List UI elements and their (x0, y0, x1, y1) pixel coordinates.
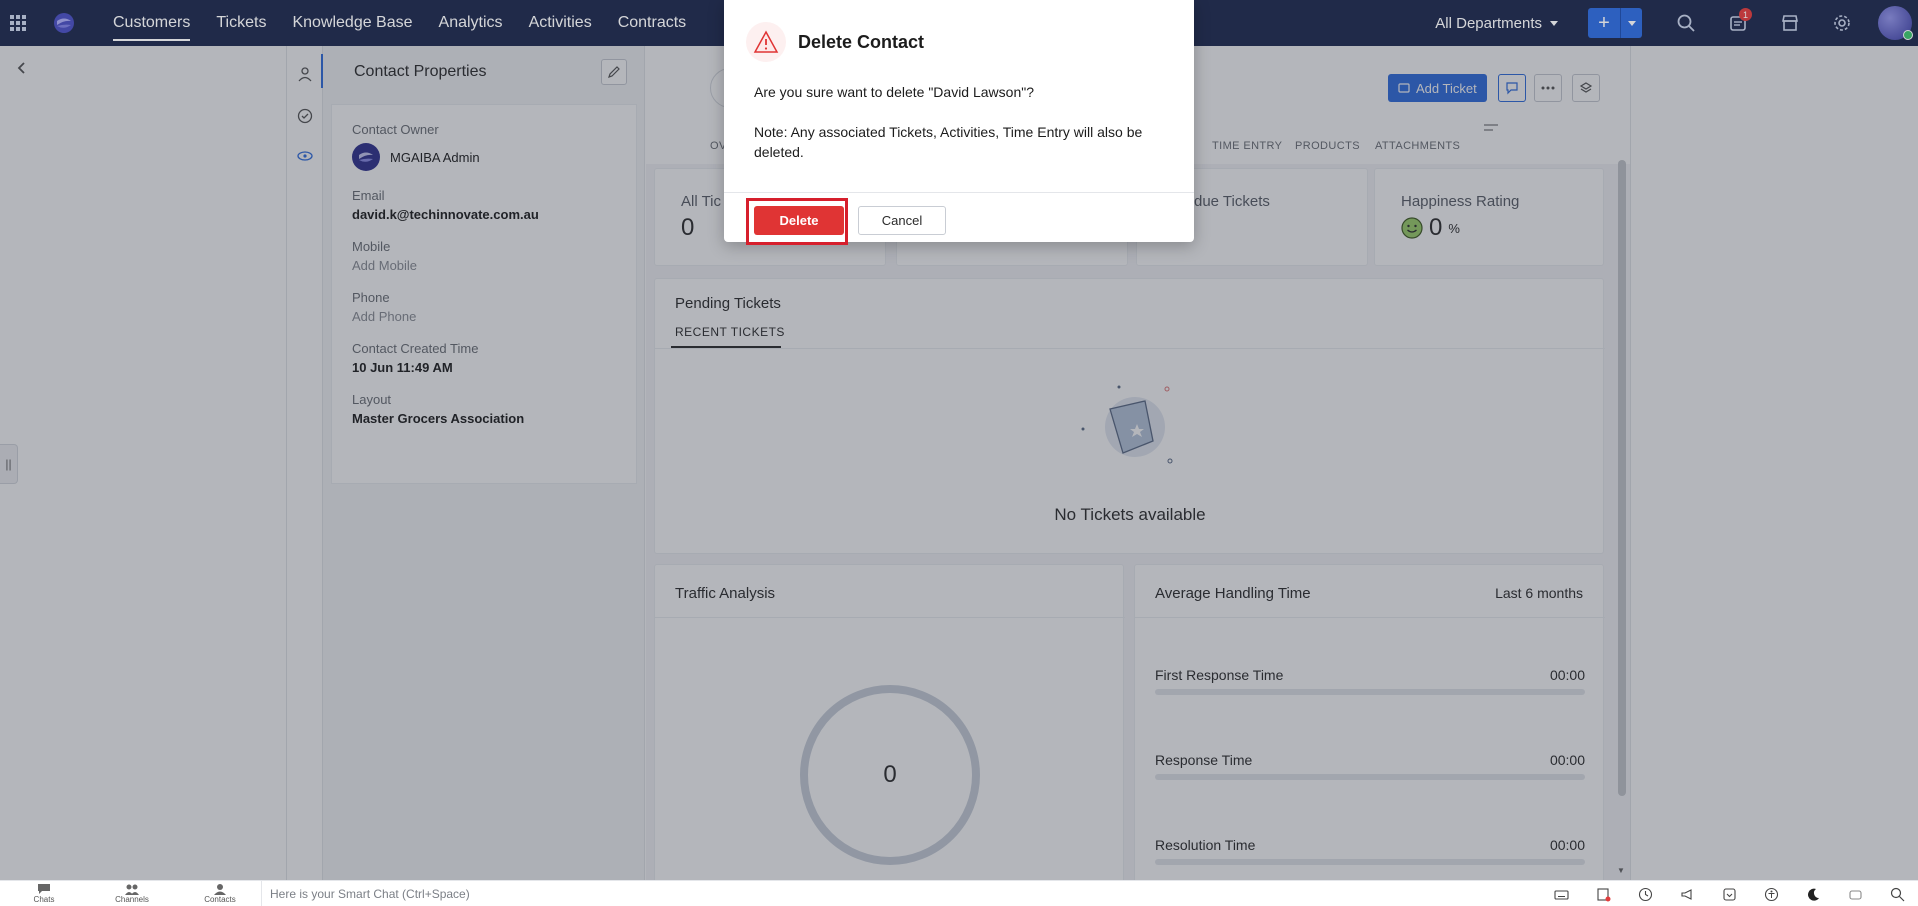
bot-icon[interactable] (1834, 881, 1876, 906)
people-icon (125, 884, 139, 895)
dark-mode-moon-icon[interactable] (1792, 881, 1834, 906)
bottom-chats-label: Chats (33, 895, 55, 904)
warning-icon (746, 22, 786, 62)
delete-button[interactable]: Delete (754, 206, 844, 235)
chat-icon (38, 884, 50, 894)
bottom-contacts-label: Contacts (204, 895, 236, 904)
dialog-note: Note: Any associated Tickets, Activities… (754, 124, 1143, 160)
dialog-footer: Delete Cancel (724, 192, 1194, 245)
clock-icon[interactable] (1624, 881, 1666, 906)
cancel-button[interactable]: Cancel (858, 206, 946, 235)
bottom-channels-label: Channels (115, 895, 149, 904)
dialog-question: Are you sure want to delete "David Lawso… (754, 84, 1034, 100)
bottom-channels[interactable]: Channels (88, 883, 176, 904)
announcement-icon[interactable] (1666, 881, 1708, 906)
smart-chat-input[interactable]: Here is your Smart Chat (Ctrl+Space) (261, 881, 470, 906)
bottom-right-tools (1540, 881, 1918, 906)
delete-contact-dialog: Delete Contact Are you sure want to dele… (724, 0, 1194, 245)
contact-icon (214, 884, 226, 895)
keyboard-icon[interactable] (1540, 881, 1582, 906)
bottom-search-icon[interactable] (1876, 881, 1918, 906)
transfer-icon[interactable] (1708, 881, 1750, 906)
dialog-title: Delete Contact (798, 31, 925, 52)
checklist-icon[interactable] (1582, 881, 1624, 906)
bottom-chats[interactable]: Chats (0, 883, 88, 904)
bottom-bar: Chats Channels Contacts Here is your Sma… (0, 880, 1918, 906)
dialog-body: Are you sure want to delete "David Lawso… (754, 82, 1174, 162)
bottom-contacts[interactable]: Contacts (176, 883, 264, 904)
accessibility-icon[interactable] (1750, 881, 1792, 906)
dialog-header: Delete Contact (746, 22, 924, 62)
